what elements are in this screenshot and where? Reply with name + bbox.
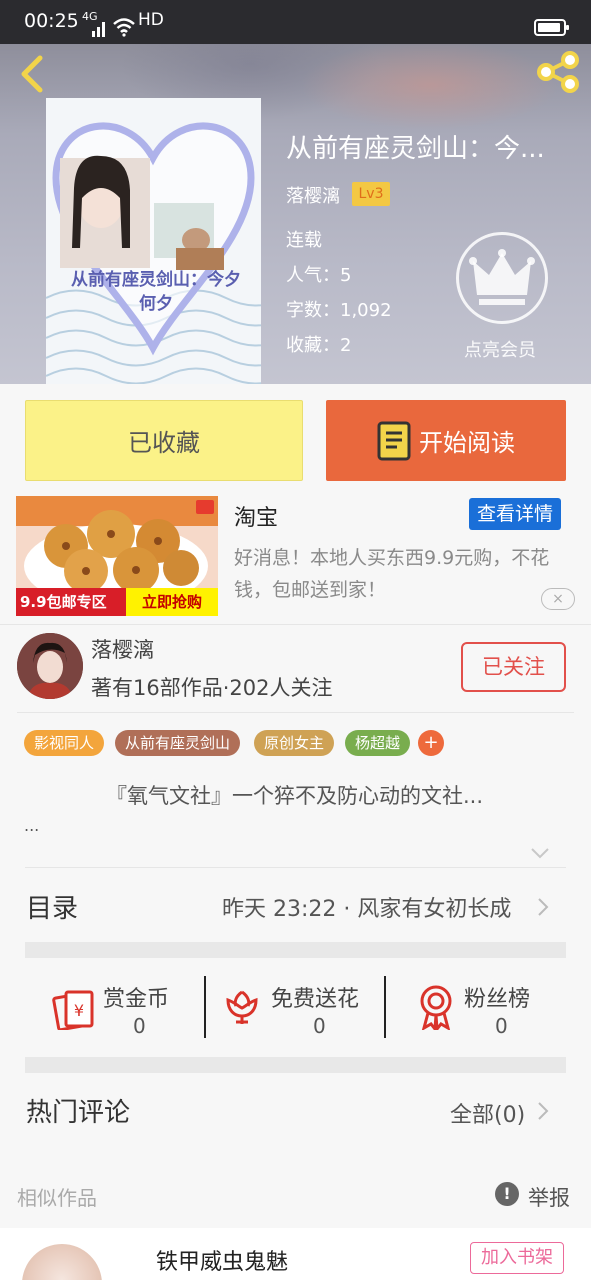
ad-brand: 淘宝 [234,506,279,531]
tag-item[interactable]: 影视同人 [24,730,105,756]
back-arrow-icon[interactable] [12,50,52,94]
medal-icon[interactable] [416,984,456,1030]
divider [0,624,591,625]
flower-icon[interactable] [222,986,262,1026]
share-icon[interactable] [534,48,582,96]
book-popularity: 人气：5 [286,265,352,286]
similar-work-title[interactable]: 铁甲威虫鬼魅 [156,1244,288,1276]
add-to-shelf-button[interactable]: 加入书架 [470,1242,564,1274]
book-author[interactable]: 落樱漓 [286,182,340,208]
divider [25,867,566,868]
divider [17,712,574,713]
book-cover[interactable]: 从前有座灵剑山：今夕何夕 [46,98,261,384]
collected-label: 已收藏 [128,429,200,457]
book-header: 00:25 4G HD 从前有座灵剑山：今夕何夕 从前有座灵剑山：今... 落樱… [0,0,591,384]
signal-icon [92,22,105,37]
synopsis-ellipsis: ... [24,816,40,835]
author-stats: 著有16部作品·202人关注 [91,676,333,700]
tag-item[interactable]: 原创女主 [254,730,335,756]
reward-coins-label[interactable]: 赏金币 [103,981,169,1013]
cover-art [46,122,261,384]
battery-icon [534,19,569,36]
reward-fans-label[interactable]: 粉丝榜 [464,981,530,1013]
tag-item[interactable]: 从前有座灵剑山 [115,730,241,756]
ad-detail-button[interactable]: 查看详情 [469,498,561,530]
reward-flower-label[interactable]: 免费送花 [271,981,359,1013]
book-icon [377,421,411,460]
ad-promo-left: 9.9包邮专区 [16,588,126,616]
ad-image[interactable]: 9.9包邮专区 立即抢购 [16,496,218,616]
expand-chevron-icon[interactable] [530,843,550,863]
hd-label: HD [138,10,164,30]
ad-description[interactable]: 好消息！本地人买东西9.9元购，不花钱，包邮送到家！ [234,542,568,606]
comments-chevron-icon[interactable] [536,1100,550,1122]
toc-chevron-icon[interactable] [536,896,550,918]
similar-work-thumbnail[interactable] [22,1244,102,1280]
synopsis-text[interactable]: 『氧气文社』一个猝不及防心动的文社... [106,780,483,810]
level-badge: Lv3 [352,182,390,206]
divider [384,976,386,1038]
svg-text:¥: ¥ [74,1001,84,1020]
divider [204,976,206,1038]
all-comments-link[interactable]: 全部(0) [450,1097,525,1129]
book-favorites: 收藏：2 [286,335,352,356]
reward-coins-count: 0 [133,1014,146,1038]
start-reading-button[interactable]: 开始阅读 [326,400,566,481]
ad-promo-right: 立即抢购 [126,588,218,616]
red-envelope-icon[interactable]: ¥ [52,986,96,1030]
book-status: 连载 [286,230,322,251]
report-icon[interactable]: ! [495,1182,519,1206]
status-bar: 00:25 4G HD [0,0,591,44]
cover-title: 从前有座灵剑山：今夕何夕 [71,270,241,314]
toc-latest-chapter[interactable]: 昨天 23:22 · 风家有女初长成 [222,891,511,923]
similar-works-label: 相似作品 [17,1186,97,1210]
book-title: 从前有座灵剑山：今... [286,134,545,164]
author-name[interactable]: 落樱漓 [91,634,154,664]
similar-work-card[interactable]: 铁甲威虫鬼魅 加入书架 [0,1228,591,1280]
crown-icon [469,249,535,305]
section-separator [25,1057,566,1073]
hot-comments-label: 热门评论 [26,1098,131,1128]
status-time: 00:25 [24,10,79,32]
vip-button[interactable] [456,232,548,324]
wifi-icon [113,18,135,37]
report-link[interactable]: 举报 [528,1182,570,1212]
avatar-art [17,633,83,699]
book-word-count: 字数：1,092 [286,300,392,321]
tag-item[interactable]: 杨超越 [345,730,411,756]
collected-button[interactable]: 已收藏 [25,400,303,481]
start-reading-label: 开始阅读 [419,429,515,457]
reward-fans-count: 0 [495,1014,508,1038]
reward-flower-count: 0 [313,1014,326,1038]
follow-button[interactable]: 已关注 [461,642,566,692]
more-tags-button[interactable]: + [418,730,444,756]
vip-label: 点亮会员 [464,340,536,361]
section-separator [25,942,566,958]
toc-label[interactable]: 目录 [26,888,78,925]
author-avatar[interactable] [17,633,83,699]
ad-close-button[interactable]: × [541,588,575,610]
